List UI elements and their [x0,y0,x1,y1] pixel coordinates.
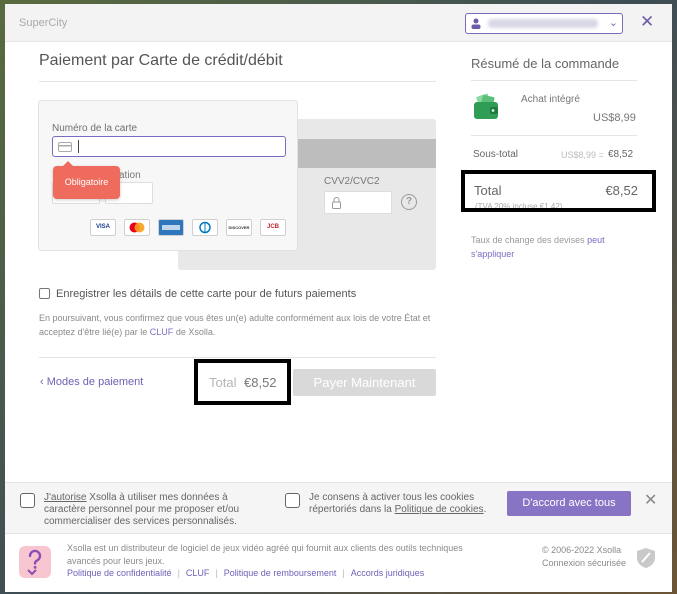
order-summary-title: Résumé de la commande [471,56,620,71]
summary-total-label: Total [474,183,502,198]
total-value: €8,52 [244,375,277,390]
refund-policy-link[interactable]: Politique de remboursement [224,568,337,578]
card-number-label: Numéro de la carte [52,123,138,134]
exchange-rate-note: Taux de change des devises peut s'appliq… [471,233,636,261]
footer-links: Politique de confidentialité | CLUF | Politi… [67,568,424,578]
discover-logo-icon: DISCOVER [226,219,252,236]
card-number-input[interactable] [52,136,286,157]
cookies-consent-text: Je consens à activer tous les cookies ré… [309,492,509,516]
user-select[interactable]: ⌄ [465,13,623,34]
cookie-policy-link[interactable]: Politique de cookies [395,504,484,515]
pay-now-button[interactable]: Payer Maintenant [293,369,436,396]
amex-logo-icon [158,219,184,236]
summary-total-value: €8,52 [605,183,638,198]
total-label: Total [209,375,237,390]
item-price: US$8,99 [593,112,636,124]
subtotal-label: Sous-total [473,149,519,160]
vat-note: (TVA 20% incluse €1,42) [475,202,563,208]
shield-icon [637,548,655,568]
consent-text2-end: . [483,504,487,515]
save-card-row[interactable]: Enregistrer les détails de cette carte p… [39,288,356,300]
divider [39,81,436,82]
card-logos: VISA DISCOVER JCB [90,219,286,236]
chevron-down-icon: ⌄ [608,17,618,29]
expiration-label: ation [119,170,141,181]
item-name: Achat intégré [521,94,580,105]
fx-note-text: Taux de change des devises [471,235,585,245]
text-caret [78,140,79,153]
separator: | [177,568,180,578]
authorize-link[interactable]: J'autorise [44,492,87,503]
visa-logo-icon: VISA [90,219,116,236]
separator: | [342,568,345,578]
user-name-blurred [488,19,598,28]
top-bar: SuperCity ⌄ ✕ [5,4,672,42]
legal-text: En poursuivant, vous confirmez que vous … [39,311,434,339]
xsolla-logo-icon [19,546,51,578]
subtotal-converted: €8,52 [608,149,634,160]
brand-name: SuperCity [19,17,68,29]
total-highlight: Total €8,52 [194,359,291,405]
help-icon[interactable]: ? [401,194,417,210]
copyright: © 2006-2022 Xsolla [542,545,622,555]
subtotal-original: US$8,99 = [561,150,604,160]
payment-modal: SuperCity ⌄ ✕ Paiement par Carte de créd… [5,4,672,592]
cvv-label: CVV2/CVC2 [324,176,380,187]
jcb-logo-icon: JCB [260,219,286,236]
secure-connection: Connexion sécurisée [542,558,627,568]
personal-data-consent-text: J'autorise Xsolla à utiliser mes données… [44,492,264,528]
separator: | [215,568,218,578]
page-title: Paiement par Carte de crédit/débit [39,52,283,69]
lock-icon [332,197,341,209]
wallet-icon [474,93,498,119]
footer-security: © 2006-2022 Xsolla Connexion sécurisée [542,544,626,570]
diners-logo-icon [192,219,218,236]
divider [471,135,637,136]
mastercard-logo-icon [124,219,150,236]
footer-disclaimer: Xsolla est un distributeur de logiciel d… [67,543,463,566]
cvv-input[interactable] [324,191,392,214]
legal-suffix: de Xsolla. [175,327,216,337]
save-card-checkbox[interactable] [39,288,50,299]
personal-data-consent-checkbox[interactable] [20,493,35,508]
footer: Xsolla est un distributeur de logiciel d… [5,535,672,592]
close-icon[interactable]: ✕ [644,493,657,509]
eula-footer-link[interactable]: CLUF [186,568,210,578]
privacy-policy-link[interactable]: Politique de confidentialité [67,568,172,578]
back-to-payment-methods-link[interactable]: ‹ Modes de paiement [40,376,143,388]
eula-link[interactable]: CLUF [150,327,174,337]
card-icon [58,142,72,152]
legal-body: En poursuivant, vous confirmez que vous … [39,313,431,337]
save-card-label: Enregistrer les détails de cette carte p… [56,288,357,300]
summary-total-highlight: Total €8,52 (TVA 20% incluse €1,42) [461,170,656,212]
consent-bar: J'autorise Xsolla à utiliser mes données… [5,482,672,534]
user-icon [471,18,481,29]
accept-all-button[interactable]: D'accord avec tous [507,491,631,516]
required-tooltip: Obligatoire [53,161,120,199]
divider [471,80,637,81]
divider [39,357,436,358]
close-icon[interactable]: ✕ [640,13,654,31]
card-front: Numéro de la carte ation A Obligatoire V… [38,100,298,251]
cookies-consent-checkbox[interactable] [285,493,300,508]
legal-agreements-link[interactable]: Accords juridiques [351,568,425,578]
